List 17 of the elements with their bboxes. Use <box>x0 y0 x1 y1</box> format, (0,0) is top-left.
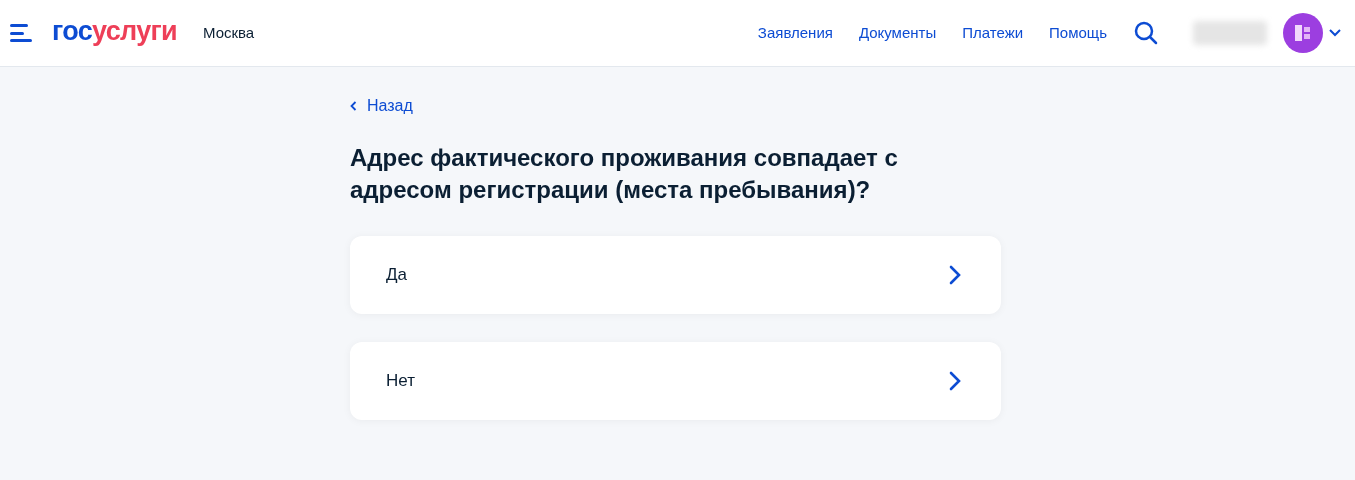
avatar-icon[interactable] <box>1283 13 1323 53</box>
chevron-left-icon <box>350 101 357 111</box>
chevron-down-icon[interactable] <box>1329 29 1341 37</box>
menu-icon[interactable] <box>10 24 32 42</box>
answer-option[interactable]: Да <box>350 236 1001 314</box>
chevron-right-icon <box>949 371 961 391</box>
answer-option[interactable]: Нет <box>350 342 1001 420</box>
back-link[interactable]: Назад <box>350 94 413 118</box>
nav-link[interactable]: Помощь <box>1049 21 1107 45</box>
nav-link[interactable]: Платежи <box>962 21 1024 45</box>
chevron-right-icon <box>949 265 961 285</box>
question-heading: Адрес фактического проживания совпадает с адресом регистрации (места пребывания)? <box>350 143 899 205</box>
city-link[interactable]: Москва <box>203 21 255 45</box>
nav-link[interactable]: Документы <box>858 21 937 45</box>
logo[interactable]: госуслуги <box>52 17 177 45</box>
nav-link[interactable]: Заявления <box>757 21 833 45</box>
search-icon[interactable] <box>1133 20 1159 46</box>
